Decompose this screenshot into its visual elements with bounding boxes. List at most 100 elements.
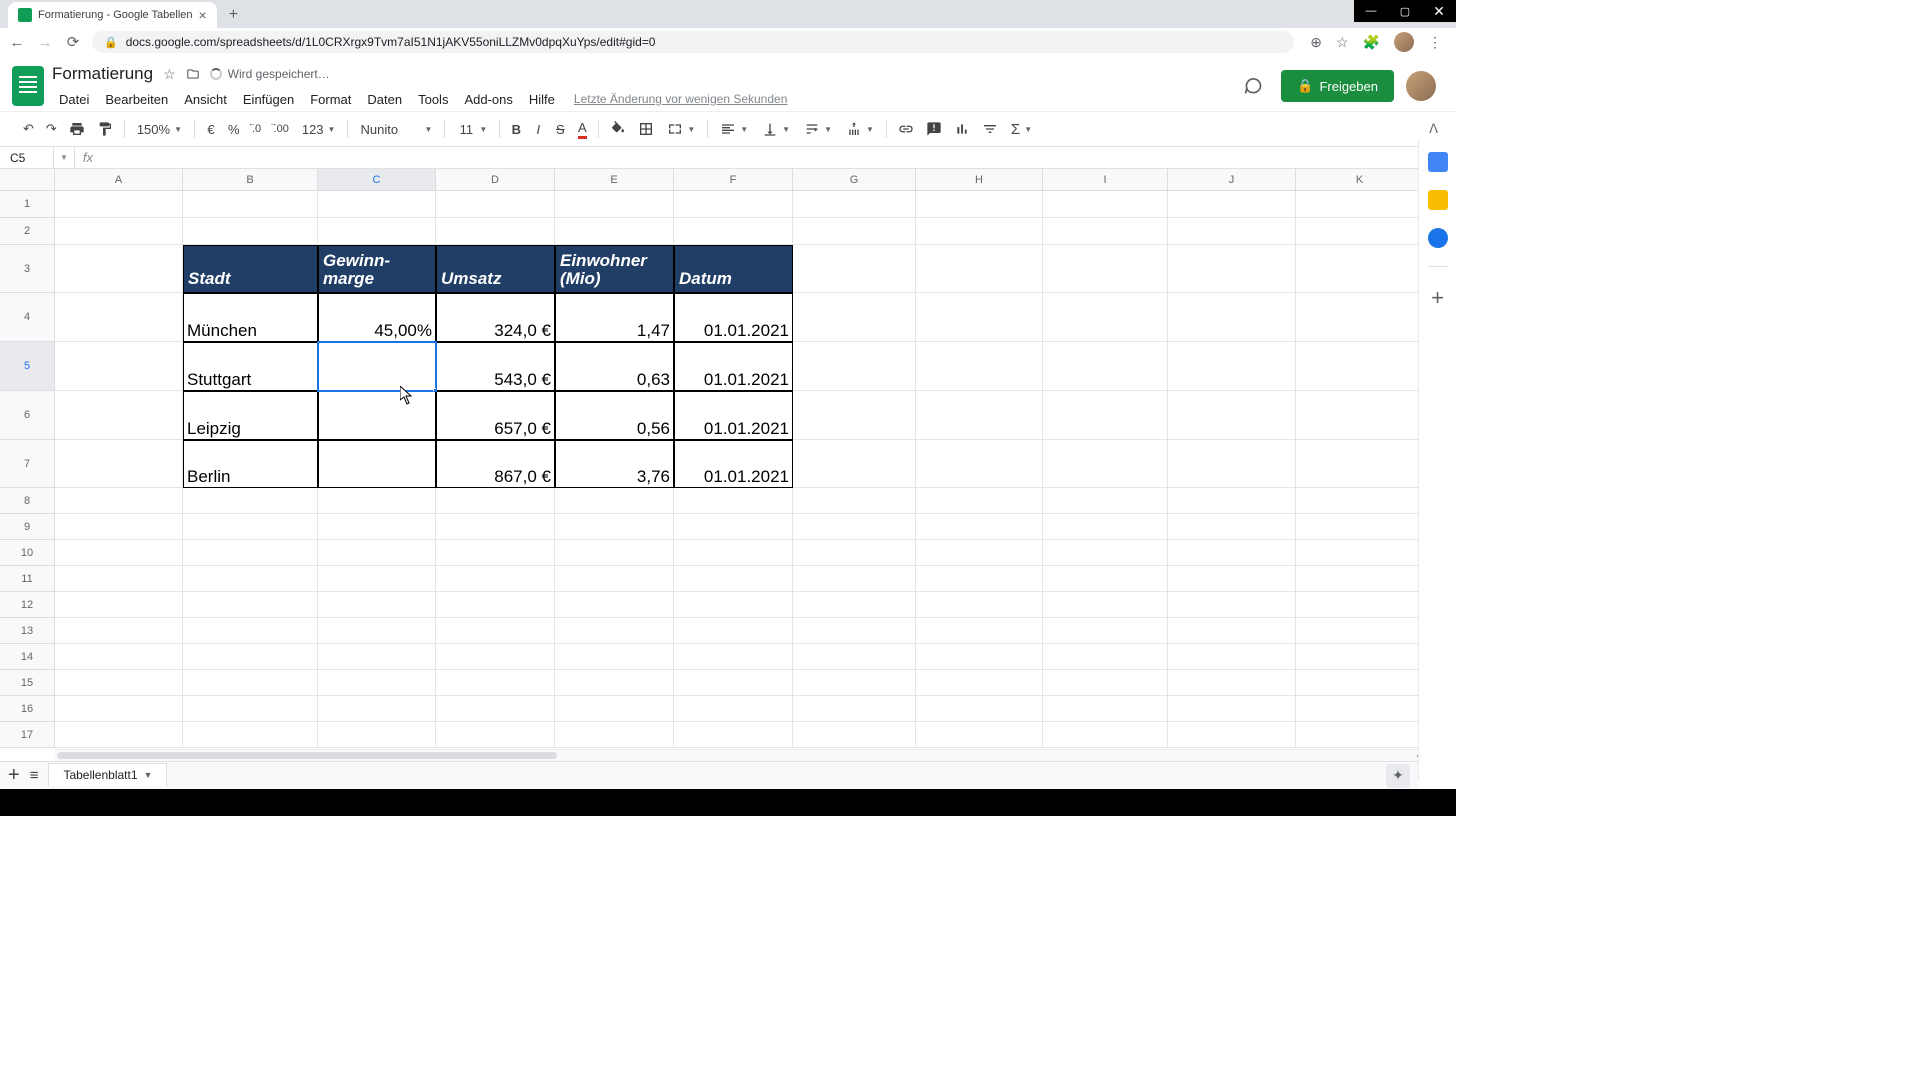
formula-input[interactable] <box>101 147 1456 168</box>
cell-A14[interactable] <box>55 644 183 670</box>
cell-I4[interactable] <box>1043 293 1168 342</box>
cell-G1[interactable] <box>793 191 916 218</box>
cell-A16[interactable] <box>55 696 183 722</box>
column-header-J[interactable]: J <box>1168 169 1296 190</box>
redo-button[interactable]: ↷ <box>41 117 62 141</box>
format-percent-button[interactable]: % <box>223 118 245 141</box>
cell-F14[interactable] <box>674 644 793 670</box>
last-edit-link[interactable]: Letzte Änderung vor wenigen Sekunden <box>564 88 798 111</box>
row-header-10[interactable]: 10 <box>0 540 54 566</box>
increase-decimal-button[interactable]: .00→ <box>269 119 294 139</box>
cell-F13[interactable] <box>674 618 793 644</box>
cell-F4[interactable]: 01.01.2021 <box>674 293 793 342</box>
nav-back-button[interactable]: ← <box>8 34 26 51</box>
cell-F10[interactable] <box>674 540 793 566</box>
cell-B17[interactable] <box>183 722 318 748</box>
cell-B6[interactable]: Leipzig <box>183 391 318 440</box>
cell-D9[interactable] <box>436 514 555 540</box>
cell-I13[interactable] <box>1043 618 1168 644</box>
cell-I14[interactable] <box>1043 644 1168 670</box>
cell-H10[interactable] <box>916 540 1043 566</box>
cell-H6[interactable] <box>916 391 1043 440</box>
cell-A9[interactable] <box>55 514 183 540</box>
column-header-I[interactable]: I <box>1043 169 1168 190</box>
paint-format-button[interactable] <box>92 117 118 141</box>
insert-comment-button[interactable] <box>921 117 947 141</box>
italic-button[interactable]: I <box>528 118 548 141</box>
filter-button[interactable] <box>977 117 1003 141</box>
cell-F11[interactable] <box>674 566 793 592</box>
cell-C17[interactable] <box>318 722 436 748</box>
comments-button[interactable] <box>1237 70 1269 102</box>
cell-K5[interactable] <box>1296 342 1424 391</box>
cell-I8[interactable] <box>1043 488 1168 514</box>
cell-K8[interactable] <box>1296 488 1424 514</box>
cell-H1[interactable] <box>916 191 1043 218</box>
menu-datei[interactable]: Datei <box>52 88 96 111</box>
bold-button[interactable]: B <box>506 118 526 141</box>
cell-C6[interactable] <box>318 391 436 440</box>
doc-title[interactable]: Formatierung <box>52 64 153 84</box>
cell-G11[interactable] <box>793 566 916 592</box>
cell-D12[interactable] <box>436 592 555 618</box>
cell-A3[interactable] <box>55 245 183 293</box>
column-header-E[interactable]: E <box>555 169 674 190</box>
cell-I12[interactable] <box>1043 592 1168 618</box>
cell-F5[interactable]: 01.01.2021 <box>674 342 793 391</box>
cell-I15[interactable] <box>1043 670 1168 696</box>
cell-G16[interactable] <box>793 696 916 722</box>
menu-hilfe[interactable]: Hilfe <box>522 88 562 111</box>
cell-D11[interactable] <box>436 566 555 592</box>
cell-K7[interactable] <box>1296 440 1424 488</box>
cell-B4[interactable]: München <box>183 293 318 342</box>
cell-G15[interactable] <box>793 670 916 696</box>
cell-D5[interactable]: 543,0 € <box>436 342 555 391</box>
row-header-15[interactable]: 15 <box>0 670 54 696</box>
cell-G13[interactable] <box>793 618 916 644</box>
bookmark-star-icon[interactable]: ☆ <box>1336 34 1349 51</box>
cell-E3[interactable]: Einwohner (Mio) <box>555 245 674 293</box>
column-header-B[interactable]: B <box>183 169 318 190</box>
cell-F17[interactable] <box>674 722 793 748</box>
cell-E10[interactable] <box>555 540 674 566</box>
cell-K3[interactable] <box>1296 245 1424 293</box>
text-color-button[interactable]: A <box>572 116 592 143</box>
cell-K2[interactable] <box>1296 218 1424 245</box>
cell-E16[interactable] <box>555 696 674 722</box>
extensions-icon[interactable]: 🧩 <box>1363 34 1380 51</box>
cell-K4[interactable] <box>1296 293 1424 342</box>
insert-chart-button[interactable] <box>949 117 975 141</box>
cell-K13[interactable] <box>1296 618 1424 644</box>
fill-handle[interactable] <box>433 388 436 391</box>
cell-E17[interactable] <box>555 722 674 748</box>
cell-J4[interactable] <box>1168 293 1296 342</box>
cell-I2[interactable] <box>1043 218 1168 245</box>
calendar-addon-icon[interactable] <box>1428 152 1448 172</box>
cell-J7[interactable] <box>1168 440 1296 488</box>
cell-F15[interactable] <box>674 670 793 696</box>
cell-E8[interactable] <box>555 488 674 514</box>
horizontal-align-button[interactable]: ▼ <box>714 119 754 139</box>
cell-C10[interactable] <box>318 540 436 566</box>
cell-D3[interactable]: Umsatz <box>436 245 555 293</box>
cell-F9[interactable] <box>674 514 793 540</box>
cell-C7[interactable] <box>318 440 436 488</box>
cell-A8[interactable] <box>55 488 183 514</box>
row-header-12[interactable]: 12 <box>0 592 54 618</box>
column-header-C[interactable]: C <box>318 169 436 190</box>
cell-C1[interactable] <box>318 191 436 218</box>
borders-button[interactable] <box>633 117 659 141</box>
row-header-17[interactable]: 17 <box>0 722 54 748</box>
cell-J12[interactable] <box>1168 592 1296 618</box>
cell-C9[interactable] <box>318 514 436 540</box>
sheet-tab-active[interactable]: Tabellenblatt1 ▼ <box>48 763 167 786</box>
cell-D16[interactable] <box>436 696 555 722</box>
cell-K11[interactable] <box>1296 566 1424 592</box>
cell-K12[interactable] <box>1296 592 1424 618</box>
row-header-13[interactable]: 13 <box>0 618 54 644</box>
cell-B3[interactable]: Stadt <box>183 245 318 293</box>
window-minimize-button[interactable]: — <box>1354 0 1388 22</box>
cell-F12[interactable] <box>674 592 793 618</box>
cell-A13[interactable] <box>55 618 183 644</box>
cell-J8[interactable] <box>1168 488 1296 514</box>
